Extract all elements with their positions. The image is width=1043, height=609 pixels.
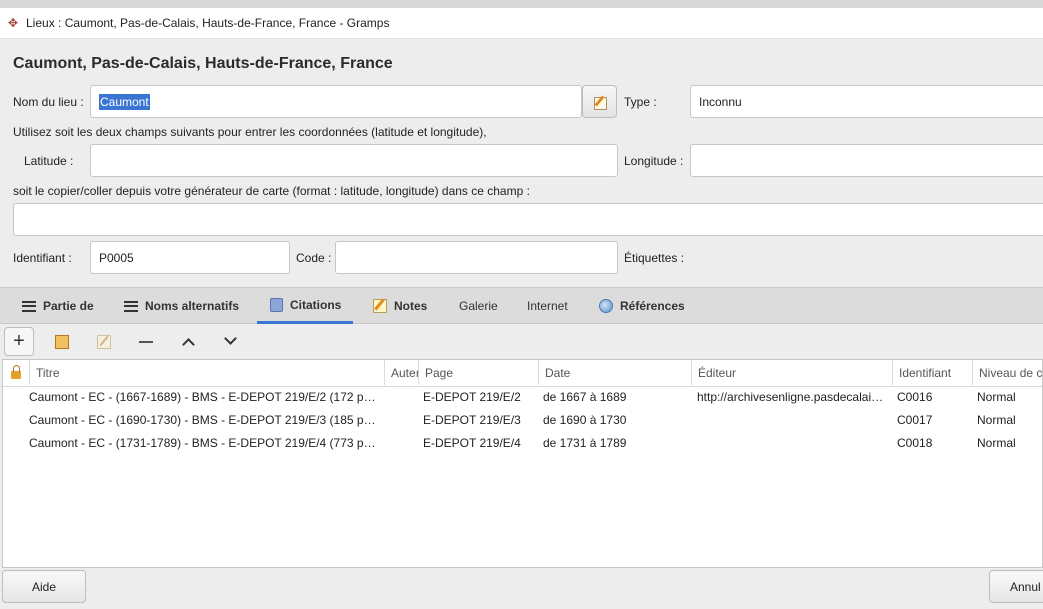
tab-bar: Partie de Noms alternatifs Citations Not… [0,287,1043,324]
code-input[interactable] [335,241,618,274]
type-label: Type : [624,95,657,109]
cell-title: Caumont - EC - (1690-1730) - BMS - E-DEP… [29,413,381,427]
edit-pencil-icon [593,95,607,110]
remove-icon [139,340,153,343]
tab-noms-alternatifs[interactable]: Noms alternatifs [124,288,239,324]
cell-publisher [697,432,889,455]
edit-place-name-button[interactable] [582,85,617,118]
cell-page: E-DEPOT 219/E/3 [423,413,521,427]
cell-publisher [697,409,889,432]
cell-title: Caumont - EC - (1731-1789) - BMS - E-DEP… [29,436,381,450]
column-identifiant[interactable]: Identifiant [893,360,973,385]
dialog-button-bar: Aide Annul [0,568,1043,609]
globe-icon [599,299,613,313]
id-value: P0005 [99,250,134,265]
column-editeur[interactable]: Éditeur [692,360,893,385]
cell-confidence: Normal [977,436,1016,450]
cell-confidence: Normal [977,390,1016,404]
help-button[interactable]: Aide [2,570,86,603]
column-page[interactable]: Page [419,360,539,385]
list-icon [22,300,36,312]
cell-date: de 1667 à 1689 [543,390,627,404]
column-date[interactable]: Date [539,360,692,385]
window-title: Lieux : Caumont, Pas-de-Calais, Hauts-de… [26,16,390,30]
window-top-strip [0,0,1043,8]
citations-table: Titre Auteı Page Date Éditeur Identifian… [2,359,1043,568]
column-niveau[interactable]: Niveau de co [973,360,1042,385]
column-private[interactable] [3,360,30,385]
tab-citations[interactable]: Citations [257,288,353,324]
table-row[interactable]: Caumont - EC - (1667-1689) - BMS - E-DEP… [3,386,1042,409]
edit-icon [97,334,111,349]
id-label: Identifiant : [13,251,72,265]
code-label: Code : [296,251,332,265]
remove-citation-button[interactable] [131,327,161,356]
cell-title: Caumont - EC - (1667-1689) - BMS - E-DEP… [29,390,381,404]
id-input[interactable]: P0005 [90,241,290,274]
cell-author [391,386,419,409]
column-titre[interactable]: Titre [30,360,385,385]
latitude-input[interactable] [90,144,618,177]
cell-id: C0018 [897,436,933,450]
move-up-icon [181,338,195,351]
coords-hint: Utilisez soit les deux champs suivants p… [13,125,487,139]
cell-id: C0017 [897,413,933,427]
place-name-label: Nom du lieu : [13,95,84,109]
tab-partie-de[interactable]: Partie de [22,288,94,324]
type-value: Inconnu [699,94,742,109]
share-icon [55,334,69,349]
tab-label: Galerie [459,299,498,313]
cell-date: de 1731 à 1789 [543,436,627,450]
longitude-input[interactable] [690,144,1043,177]
tags-label: Étiquettes : [624,251,685,265]
gramps-app-icon: ✥ [8,16,19,30]
place-name-value: Caumont [99,93,150,110]
cell-page: E-DEPOT 219/E/2 [423,390,521,404]
list-icon [124,300,138,312]
table-row[interactable]: Caumont - EC - (1731-1789) - BMS - E-DEP… [3,432,1042,455]
paste-hint: soit le copier/coller depuis votre génér… [13,184,530,198]
page-title: Caumont, Pas-de-Calais, Hauts-de-France,… [13,55,393,72]
move-up-button[interactable] [173,327,203,356]
lock-icon [11,365,21,379]
table-row[interactable]: Caumont - EC - (1690-1730) - BMS - E-DEP… [3,409,1042,432]
cell-id: C0016 [897,390,933,404]
tab-label: Partie de [43,299,94,313]
tab-label: Noms alternatifs [145,299,240,313]
column-auteur[interactable]: Auteı [385,360,419,385]
cell-publisher: http://archivesenligne.pasdecalais.... [697,390,889,404]
move-down-icon [223,332,237,345]
tab-label: Notes [394,299,428,313]
share-citation-button[interactable] [47,327,77,356]
book-icon [270,297,283,312]
window-titlebar: ✥ Lieux : Caumont, Pas-de-Calais, Hauts-… [0,8,1043,39]
cell-date: de 1690 à 1730 [543,413,627,427]
tab-references[interactable]: Références [599,288,685,324]
tab-notes[interactable]: Notes [373,288,427,324]
tab-galerie[interactable]: Galerie [459,288,498,324]
paste-coords-input[interactable] [13,203,1043,236]
cancel-button[interactable]: Annul [989,570,1043,603]
tab-internet[interactable]: Internet [527,288,568,324]
cell-page: E-DEPOT 219/E/4 [423,436,521,450]
place-name-input[interactable]: Caumont [90,85,582,118]
cell-author [391,432,419,455]
edit-citation-button[interactable] [89,327,119,356]
type-combo[interactable]: Inconnu [690,85,1043,118]
add-citation-button[interactable]: + [4,327,34,356]
note-icon [373,299,387,313]
cell-confidence: Normal [977,413,1016,427]
longitude-label: Longitude : [624,154,684,168]
citation-toolbar: + [0,324,1043,359]
tab-label: Citations [290,297,342,312]
move-down-button[interactable] [215,327,245,356]
latitude-label: Latitude : [24,154,74,168]
tab-label: Références [620,299,685,313]
tab-label: Internet [527,299,568,313]
table-header: Titre Auteı Page Date Éditeur Identifian… [3,360,1042,387]
cell-author [391,409,419,432]
add-icon: + [13,330,25,352]
